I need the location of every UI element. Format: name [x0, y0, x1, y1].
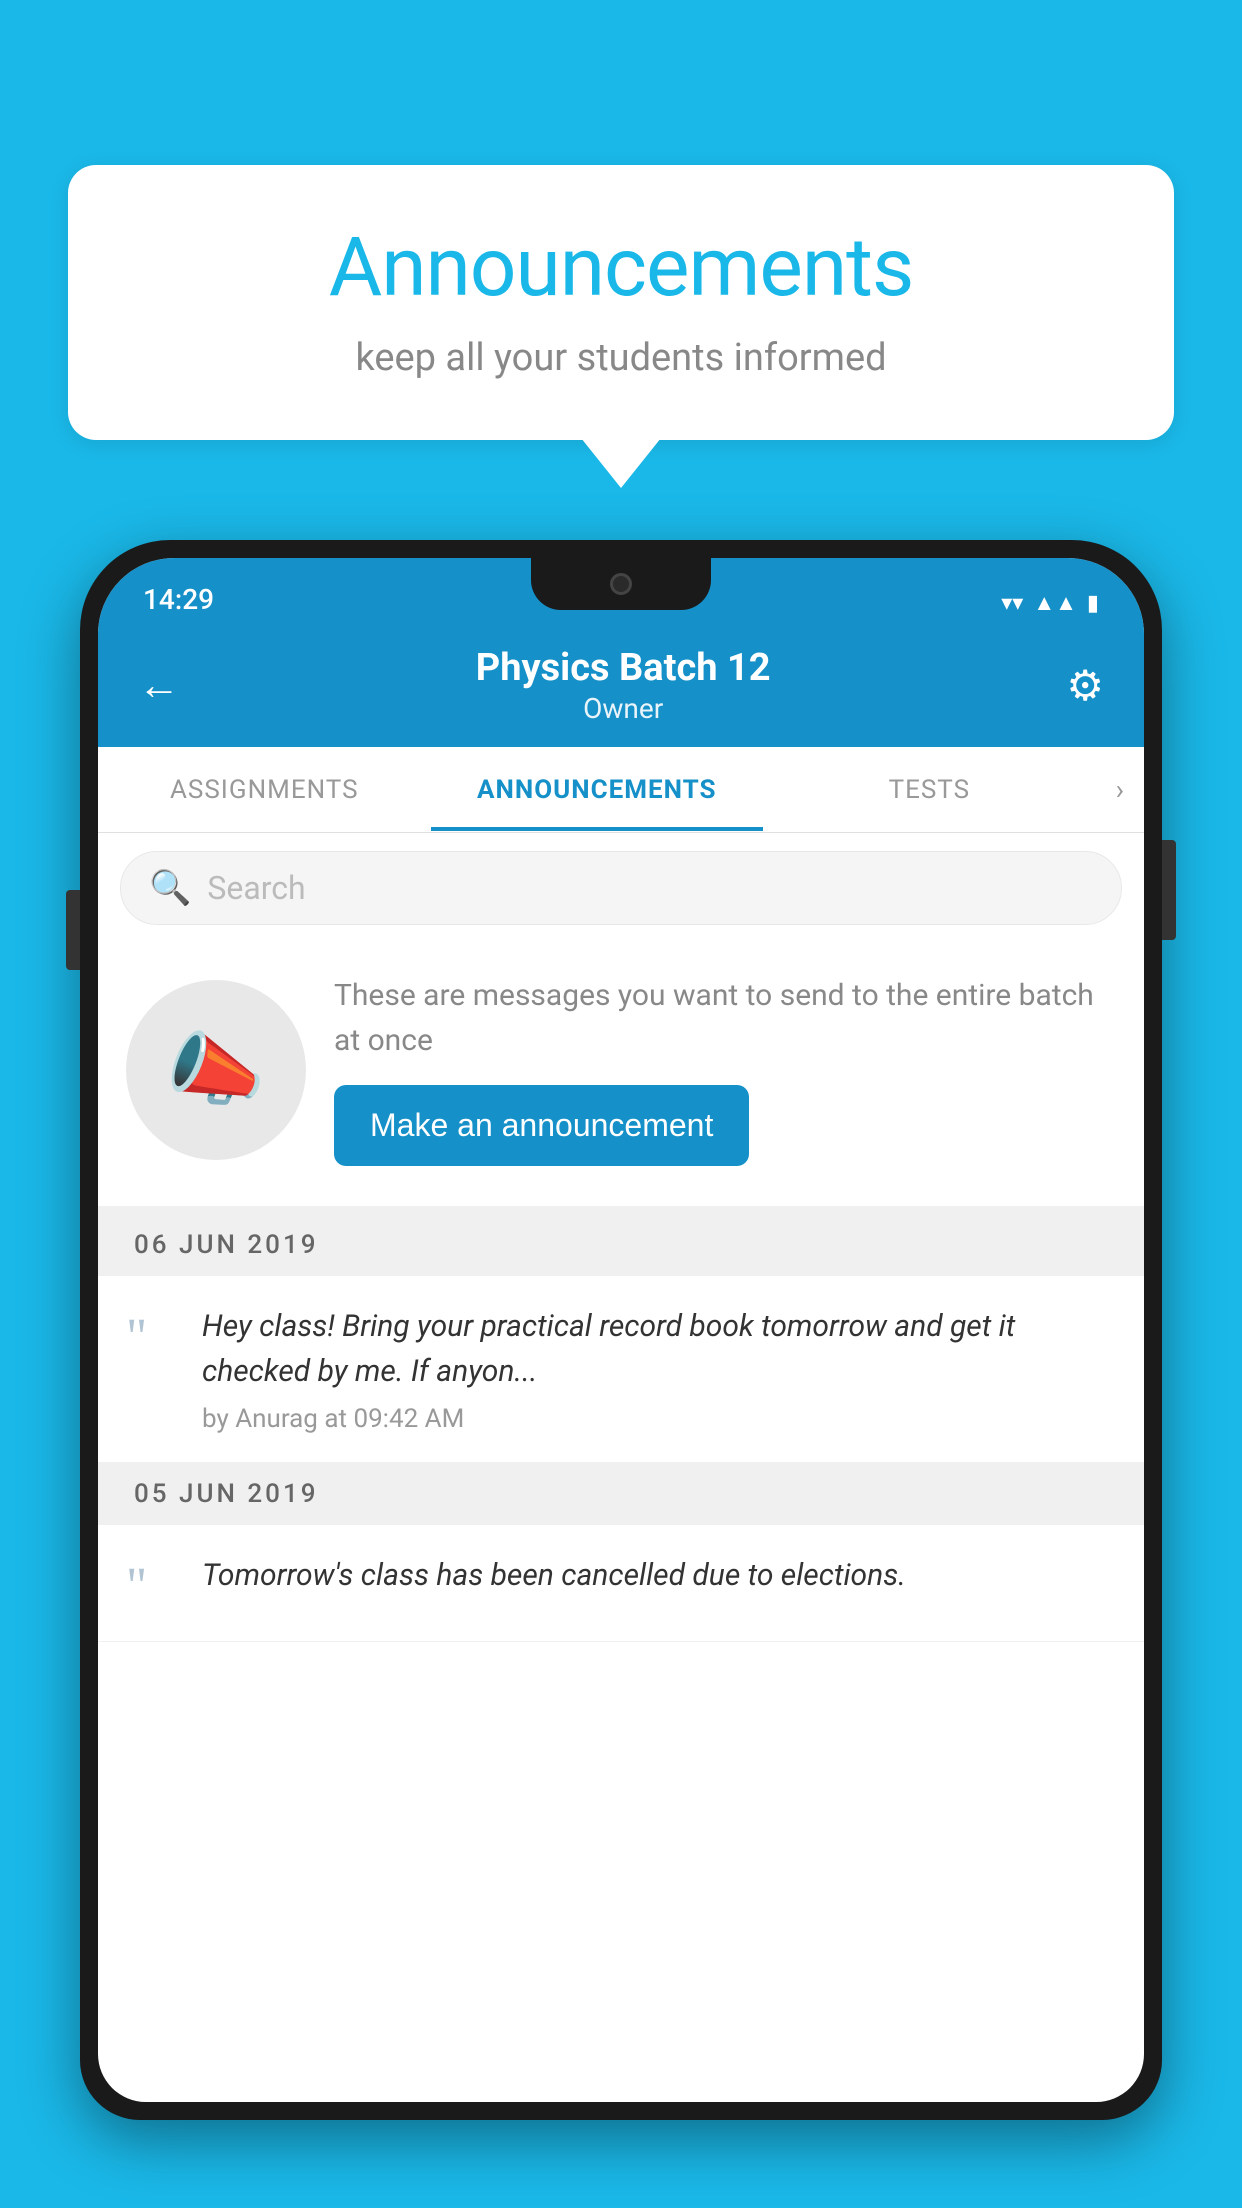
date-separator-2: 05 JUN 2019 — [98, 1463, 1144, 1525]
wifi-icon: ▾▾ — [1001, 591, 1023, 616]
back-button[interactable]: ← — [138, 661, 180, 710]
tab-announcements[interactable]: ANNOUNCEMENTS — [431, 749, 764, 831]
speech-bubble-title: Announcements — [128, 220, 1114, 316]
speech-bubble: Announcements keep all your students inf… — [68, 165, 1174, 440]
quote-icon-1: " — [126, 1312, 178, 1364]
search-placeholder: Search — [207, 869, 305, 907]
camera-notch — [610, 573, 632, 595]
battery-icon: ▮ — [1087, 591, 1099, 616]
settings-button[interactable]: ⚙ — [1066, 661, 1104, 711]
announcement-meta-1: by Anurag at 09:42 AM — [202, 1404, 1116, 1434]
tab-tests[interactable]: TESTS — [763, 749, 1096, 831]
tabs-container: ASSIGNMENTS ANNOUNCEMENTS TESTS › — [98, 747, 1144, 833]
search-bar[interactable]: 🔍 Search — [120, 851, 1122, 925]
date-separator-1: 06 JUN 2019 — [98, 1214, 1144, 1276]
date-label-2: 05 JUN 2019 — [134, 1479, 319, 1509]
announcement-item-1[interactable]: " Hey class! Bring your practical record… — [98, 1276, 1144, 1463]
phone-inner: 14:29 ▾▾ ▲▲ ▮ ← Physics Batch 12 Owner ⚙… — [98, 558, 1144, 2102]
speech-bubble-container: Announcements keep all your students inf… — [68, 165, 1174, 440]
status-time: 14:29 — [143, 583, 214, 616]
announcement-text-2: Tomorrow's class has been cancelled due … — [202, 1553, 1116, 1598]
search-icon: 🔍 — [149, 868, 191, 908]
announcement-content-1: Hey class! Bring your practical record b… — [202, 1304, 1116, 1434]
phone-mockup: 14:29 ▾▾ ▲▲ ▮ ← Physics Batch 12 Owner ⚙… — [80, 540, 1162, 2208]
announcement-content-2: Tomorrow's class has been cancelled due … — [202, 1553, 1116, 1598]
signal-icon: ▲▲ — [1033, 590, 1077, 616]
phone-notch — [531, 558, 711, 610]
megaphone-icon: 📣 — [166, 1023, 266, 1117]
promo-right: These are messages you want to send to t… — [334, 973, 1116, 1166]
speech-bubble-subtitle: keep all your students informed — [128, 336, 1114, 380]
phone-outer: 14:29 ▾▾ ▲▲ ▮ ← Physics Batch 12 Owner ⚙… — [80, 540, 1162, 2120]
search-container: 🔍 Search — [98, 833, 1144, 943]
app-header: ← Physics Batch 12 Owner ⚙ — [98, 626, 1144, 747]
tab-assignments[interactable]: ASSIGNMENTS — [98, 749, 431, 831]
promo-section: 📣 These are messages you want to send to… — [98, 943, 1144, 1214]
batch-subtitle: Owner — [476, 692, 771, 725]
announcement-text-1: Hey class! Bring your practical record b… — [202, 1304, 1116, 1394]
promo-description: These are messages you want to send to t… — [334, 973, 1116, 1063]
tab-more[interactable]: › — [1096, 747, 1144, 832]
batch-title: Physics Batch 12 — [476, 646, 771, 690]
quote-icon-2: " — [126, 1561, 178, 1613]
promo-icon-circle: 📣 — [126, 980, 306, 1160]
make-announcement-button[interactable]: Make an announcement — [334, 1085, 749, 1166]
status-icons: ▾▾ ▲▲ ▮ — [1001, 590, 1099, 616]
header-title-group: Physics Batch 12 Owner — [476, 646, 771, 725]
announcement-item-2[interactable]: " Tomorrow's class has been cancelled du… — [98, 1525, 1144, 1642]
date-label-1: 06 JUN 2019 — [134, 1230, 319, 1260]
